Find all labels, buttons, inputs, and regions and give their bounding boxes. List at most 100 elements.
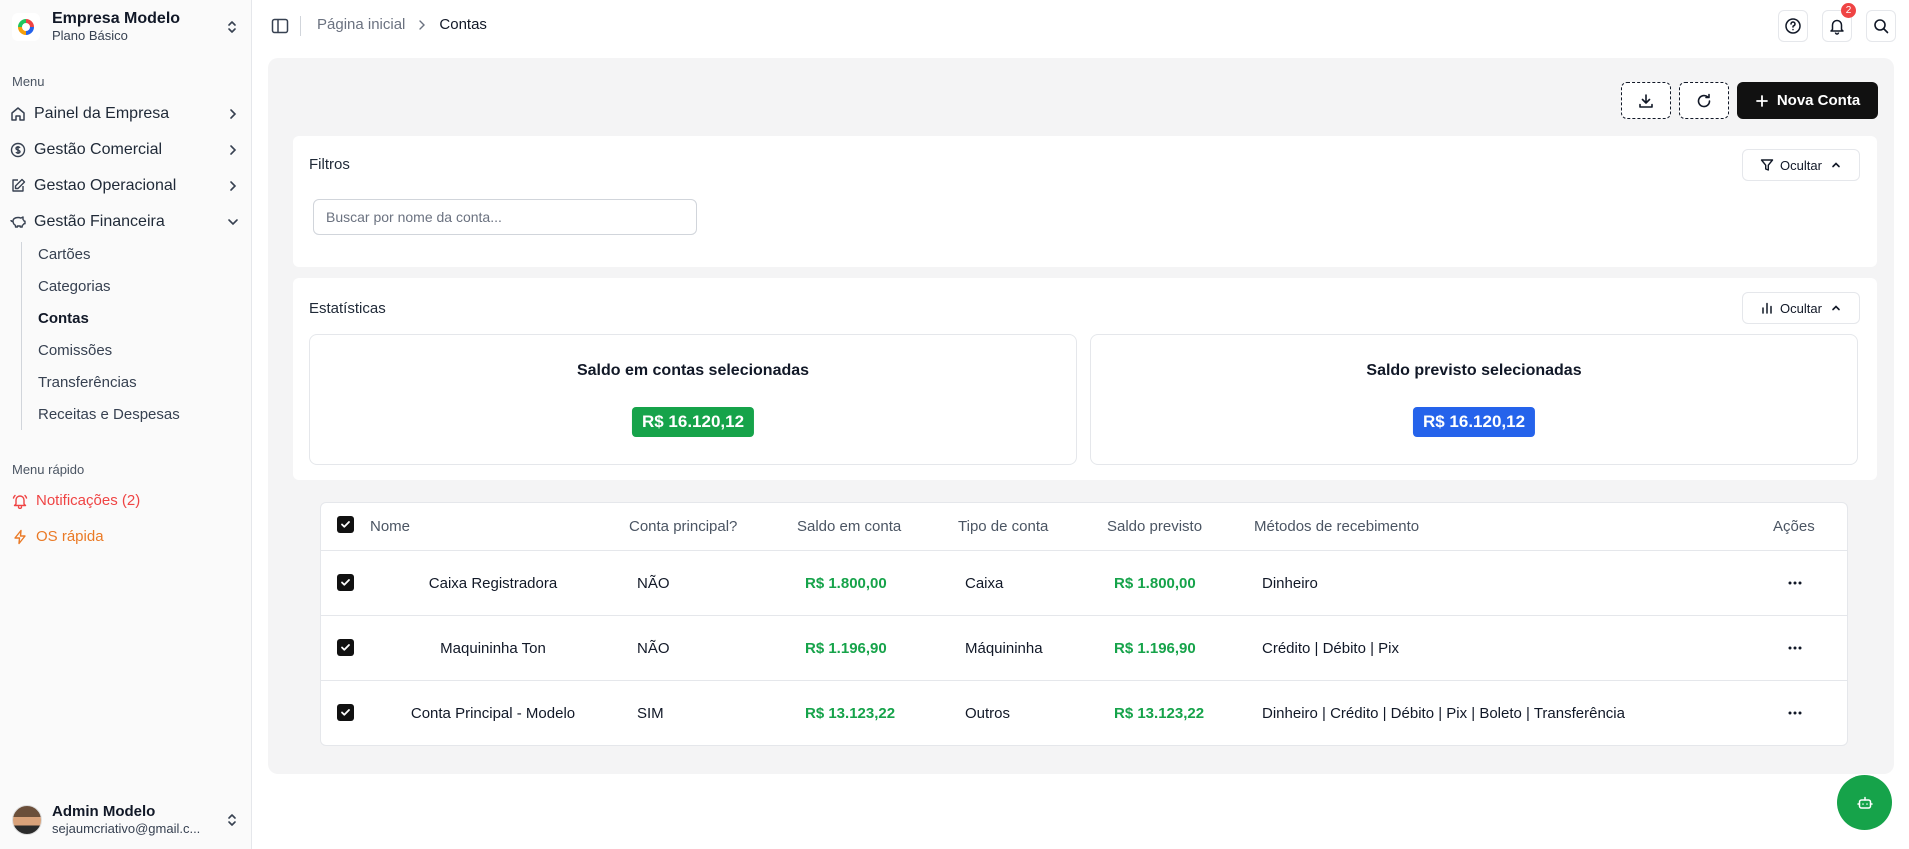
edit-icon bbox=[12, 178, 26, 192]
chevrons-up-down-icon bbox=[228, 21, 236, 33]
table-row[interactable]: Caixa Registradora NÃO R$ 1.800,00 Caixa… bbox=[321, 551, 1847, 616]
help-button[interactable] bbox=[1778, 10, 1808, 42]
quick-item-label: OS rápida bbox=[36, 528, 104, 545]
submenu-item-comissoes[interactable]: Comissões bbox=[38, 342, 112, 359]
company-logo-icon bbox=[12, 13, 40, 41]
statistics-card: Estatísticas Ocultar Saldo em contas sel… bbox=[293, 278, 1877, 480]
cell-tipo: Máquininha bbox=[965, 640, 1043, 657]
select-all-checkbox[interactable] bbox=[337, 516, 354, 533]
cell-previsto: R$ 1.196,90 bbox=[1114, 640, 1196, 657]
stat-value: R$ 16.120,12 bbox=[631, 407, 755, 437]
cell-previsto: R$ 1.800,00 bbox=[1114, 575, 1196, 592]
cell-tipo: Caixa bbox=[965, 575, 1004, 592]
chevron-right-icon bbox=[230, 181, 237, 191]
submenu-item-transferencias[interactable]: Transferências bbox=[38, 374, 137, 391]
column-header-previsto[interactable]: Saldo previsto bbox=[1107, 518, 1202, 535]
breadcrumb: Página inicial Contas bbox=[317, 16, 487, 33]
search-button[interactable] bbox=[1866, 10, 1896, 42]
filters-card: Filtros Ocultar bbox=[293, 136, 1877, 267]
home-icon bbox=[11, 107, 25, 121]
export-button[interactable] bbox=[1621, 82, 1671, 119]
company-plan: Plano Básico bbox=[52, 28, 128, 43]
check-icon bbox=[341, 644, 350, 651]
plus-icon bbox=[1755, 94, 1768, 107]
notifications-button[interactable]: 2 bbox=[1822, 3, 1856, 42]
stat-card-forecast: Saldo previsto selecionadas R$ 16.120,12 bbox=[1090, 334, 1858, 465]
table-row[interactable]: Conta Principal - Modelo SIM R$ 13.123,2… bbox=[321, 681, 1847, 746]
assistant-fab-button[interactable] bbox=[1837, 775, 1892, 830]
stat-card-balance: Saldo em contas selecionadas R$ 16.120,1… bbox=[309, 334, 1077, 465]
statistics-title: Estatísticas bbox=[309, 300, 386, 317]
cell-metodos: Crédito | Débito | Pix bbox=[1262, 640, 1400, 657]
stat-title: Saldo previsto selecionadas bbox=[1366, 362, 1582, 379]
cell-saldo: R$ 13.123,22 bbox=[805, 705, 896, 722]
cell-principal: SIM bbox=[637, 705, 664, 722]
column-header-nome[interactable]: Nome bbox=[370, 518, 410, 535]
hide-filters-label: Ocultar bbox=[1780, 157, 1822, 173]
stat-value: R$ 16.120,12 bbox=[1412, 407, 1536, 437]
hide-statistics-button[interactable]: Ocultar bbox=[1742, 292, 1860, 324]
column-header-principal[interactable]: Conta principal? bbox=[629, 518, 737, 535]
new-account-label: Nova Conta bbox=[1776, 92, 1861, 109]
cell-tipo: Outros bbox=[965, 705, 1011, 722]
dollar-circle-icon bbox=[10, 142, 26, 158]
financeira-submenu: Cartões Categorias Contas Comissões Tran… bbox=[21, 242, 240, 430]
piggy-bank-icon bbox=[10, 216, 26, 228]
divider bbox=[300, 16, 301, 36]
help-circle-icon bbox=[1785, 18, 1801, 34]
hide-statistics-label: Ocultar bbox=[1780, 300, 1822, 316]
submenu-item-contas[interactable]: Contas bbox=[38, 310, 89, 327]
breadcrumb-home-link[interactable]: Página inicial bbox=[317, 16, 405, 33]
more-horizontal-icon[interactable] bbox=[1785, 573, 1805, 593]
submenu-item-cartoes[interactable]: Cartões bbox=[38, 246, 91, 263]
more-horizontal-icon[interactable] bbox=[1785, 703, 1805, 723]
sidebar-item-operacional[interactable]: Gestao Operacional bbox=[10, 171, 240, 201]
sidebar-item-financeira[interactable]: Gestão Financeira bbox=[10, 207, 240, 237]
chevron-right-icon bbox=[419, 19, 426, 30]
quick-item-notificacoes[interactable]: Notificações (2) bbox=[12, 492, 140, 509]
cell-nome: Caixa Registradora bbox=[428, 575, 558, 592]
search-icon bbox=[1874, 19, 1889, 34]
breadcrumb-current: Contas bbox=[439, 16, 487, 33]
table-row[interactable]: Maquininha Ton NÃO R$ 1.196,90 Máquininh… bbox=[321, 616, 1847, 681]
row-checkbox[interactable] bbox=[337, 704, 354, 721]
zap-icon bbox=[14, 529, 26, 544]
chevron-up-icon bbox=[1832, 162, 1840, 168]
company-switcher[interactable]: Empresa Modelo Plano Básico bbox=[12, 8, 240, 46]
chevron-right-icon bbox=[230, 145, 237, 155]
submenu-item-receitas-despesas[interactable]: Receitas e Despesas bbox=[38, 406, 180, 423]
download-icon bbox=[1639, 93, 1653, 108]
refresh-button[interactable] bbox=[1679, 82, 1729, 119]
column-header-saldo[interactable]: Saldo em conta bbox=[797, 518, 901, 535]
sidebar-item-label: Gestao Operacional bbox=[34, 177, 177, 194]
chevron-right-icon bbox=[230, 109, 237, 119]
column-header-metodos[interactable]: Métodos de recebimento bbox=[1254, 518, 1419, 535]
more-horizontal-icon[interactable] bbox=[1785, 638, 1805, 658]
check-icon bbox=[341, 579, 350, 586]
quick-menu-label: Menu rápido bbox=[12, 462, 85, 477]
account-search-input[interactable] bbox=[313, 199, 697, 235]
sidebar-item-label: Gestão Comercial bbox=[34, 141, 163, 158]
column-header-tipo[interactable]: Tipo de conta bbox=[958, 518, 1048, 535]
sidebar-toggle-icon[interactable] bbox=[270, 16, 290, 36]
new-account-button[interactable]: Nova Conta bbox=[1737, 82, 1878, 119]
refresh-icon bbox=[1697, 93, 1711, 107]
cell-metodos: Dinheiro | Crédito | Débito | Pix | Bole… bbox=[1262, 705, 1625, 722]
sidebar-item-painel[interactable]: Painel da Empresa bbox=[10, 99, 240, 129]
quick-item-label: Notificações (2) bbox=[36, 492, 141, 509]
sidebar-item-comercial[interactable]: Gestão Comercial bbox=[10, 135, 240, 165]
user-email: sejaumcriativo@gmail.c... bbox=[52, 821, 201, 836]
row-checkbox[interactable] bbox=[337, 639, 354, 656]
chevron-down-icon bbox=[228, 219, 238, 226]
user-menu[interactable]: Admin Modelo sejaumcriativo@gmail.c... bbox=[12, 800, 240, 840]
avatar bbox=[12, 805, 42, 835]
submenu-item-categorias[interactable]: Categorias bbox=[38, 278, 111, 295]
stat-title: Saldo em contas selecionadas bbox=[576, 362, 810, 379]
bot-icon bbox=[1856, 796, 1873, 809]
table-header: Nome Conta principal? Saldo em conta Tip… bbox=[321, 503, 1847, 551]
quick-item-os-rapida[interactable]: OS rápida bbox=[12, 528, 104, 545]
row-checkbox[interactable] bbox=[337, 574, 354, 591]
hide-filters-button[interactable]: Ocultar bbox=[1742, 149, 1860, 181]
check-icon bbox=[341, 521, 350, 528]
cell-nome: Maquininha Ton bbox=[440, 640, 546, 657]
